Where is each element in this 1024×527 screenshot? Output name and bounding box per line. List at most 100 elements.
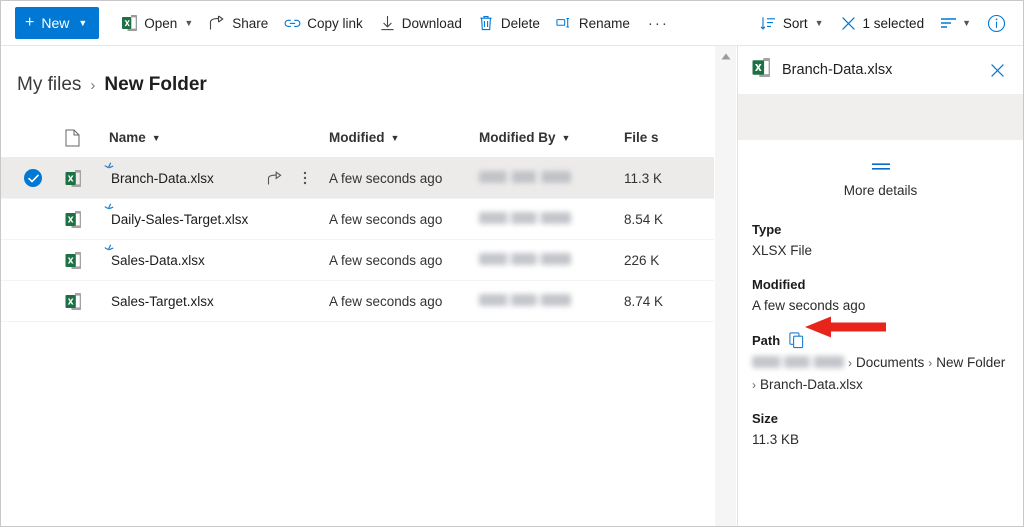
selected-count-label: 1 selected bbox=[862, 15, 925, 31]
rename-label: Rename bbox=[578, 15, 630, 31]
path-segment: Documents bbox=[856, 355, 925, 370]
column-header-file-size[interactable]: File s bbox=[624, 130, 714, 145]
file-size-cell: 8.54 K bbox=[624, 211, 664, 227]
share-icon bbox=[209, 15, 226, 32]
sort-label: Sort bbox=[782, 15, 808, 31]
chevron-down-icon: ▼ bbox=[184, 18, 194, 28]
rename-button[interactable]: Rename bbox=[548, 3, 638, 43]
chevron-down-icon: ▼ bbox=[390, 132, 400, 143]
details-pane-header: Branch-Data.xlsx bbox=[738, 46, 1023, 94]
redacted-user-name bbox=[752, 356, 844, 368]
detail-type: Type XLSX File bbox=[752, 222, 1023, 260]
detail-modified-value: A few seconds ago bbox=[752, 298, 866, 313]
trash-icon bbox=[478, 15, 495, 32]
modified-by-cell bbox=[479, 211, 624, 227]
toolbar-right-group: Sort ▼ 1 selected ▼ bbox=[752, 3, 1023, 43]
scroll-up-arrow-icon[interactable] bbox=[715, 46, 737, 66]
table-row[interactable]: Branch-Data.xlsx A few seconds ago 11.3 … bbox=[1, 158, 714, 199]
detail-path-label: Path bbox=[752, 333, 781, 348]
view-options-button[interactable]: ▼ bbox=[932, 3, 979, 43]
share-icon[interactable] bbox=[265, 168, 285, 188]
checkbox-checked-icon bbox=[24, 169, 42, 187]
view-options-icon bbox=[940, 15, 957, 32]
column-header-modified-by[interactable]: Modified By ▼ bbox=[479, 130, 624, 145]
file-list-region: My files › New Folder Name ▼ Modified ▼ … bbox=[1, 46, 714, 526]
file-name-cell[interactable]: Branch-Data.xlsx bbox=[104, 162, 329, 188]
breadcrumb-current-folder: New Folder bbox=[104, 74, 207, 95]
onedrive-file-browser: + New ▼ Open ▼ Share Copy link Download … bbox=[0, 0, 1024, 527]
path-separator-icon: › bbox=[752, 378, 756, 392]
new-file-badge-icon bbox=[103, 162, 115, 174]
chevron-down-icon: ▼ bbox=[561, 132, 571, 143]
modified-by-cell bbox=[479, 170, 624, 186]
file-size-cell: 11.3 K bbox=[624, 170, 663, 186]
file-preview-placeholder bbox=[738, 94, 1023, 140]
copy-link-label: Copy link bbox=[307, 15, 363, 31]
info-icon[interactable] bbox=[979, 6, 1013, 40]
new-button-label: New bbox=[41, 15, 70, 31]
file-name-cell[interactable]: Sales-Target.xlsx bbox=[105, 294, 329, 309]
share-button[interactable]: Share bbox=[201, 3, 276, 43]
more-commands-button[interactable]: ··· bbox=[638, 15, 679, 32]
open-button[interactable]: Open ▼ bbox=[113, 3, 201, 43]
column-header-file-size-label: File s bbox=[624, 130, 659, 145]
download-icon bbox=[379, 15, 396, 32]
path-segment: Branch-Data.xlsx bbox=[760, 377, 863, 392]
close-icon[interactable] bbox=[840, 15, 857, 32]
file-name-cell[interactable]: Sales-Data.xlsx bbox=[104, 244, 329, 268]
file-name-label: Sales-Target.xlsx bbox=[111, 293, 214, 309]
column-header-modified-label: Modified bbox=[329, 130, 385, 145]
toolbar-commands: Open ▼ Share Copy link Download Delete R… bbox=[113, 3, 679, 43]
chevron-down-icon: ▼ bbox=[151, 132, 161, 143]
row-actions bbox=[265, 168, 329, 188]
chevron-down-icon: ▼ bbox=[78, 17, 88, 28]
column-header-modified[interactable]: Modified ▼ bbox=[329, 130, 479, 145]
more-vertical-icon[interactable] bbox=[295, 168, 315, 188]
download-button[interactable]: Download bbox=[371, 3, 470, 43]
redacted-user-name bbox=[479, 293, 571, 306]
sort-button[interactable]: Sort ▼ bbox=[752, 3, 832, 43]
table-row[interactable]: Daily-Sales-Target.xlsx A few seconds ag… bbox=[1, 199, 714, 240]
new-button[interactable]: + New ▼ bbox=[15, 7, 100, 39]
sort-icon bbox=[760, 15, 777, 32]
table-row[interactable]: Sales-Data.xlsx A few seconds ago 226 K bbox=[1, 240, 714, 281]
delete-button[interactable]: Delete bbox=[470, 3, 548, 43]
download-label: Download bbox=[401, 15, 462, 31]
file-type-column-icon[interactable] bbox=[65, 129, 105, 147]
file-list-scrollbar[interactable] bbox=[714, 46, 737, 526]
column-header-name[interactable]: Name ▼ bbox=[105, 130, 329, 145]
details-pane: Branch-Data.xlsx More details Type XLSX … bbox=[737, 46, 1023, 526]
row-checkbox[interactable] bbox=[1, 169, 65, 187]
detail-size-label: Size bbox=[752, 411, 779, 426]
more-details-toggle[interactable]: More details bbox=[738, 140, 1023, 208]
modified-cell: A few seconds ago bbox=[329, 211, 443, 227]
breadcrumb: My files › New Folder bbox=[1, 46, 714, 96]
redacted-user-name bbox=[479, 170, 571, 183]
chevron-down-icon: ▼ bbox=[814, 18, 824, 28]
modified-by-cell bbox=[479, 252, 624, 268]
file-list-header: Name ▼ Modified ▼ Modified By ▼ File s bbox=[1, 118, 714, 158]
detail-type-value: XLSX File bbox=[752, 243, 813, 258]
excel-file-icon bbox=[65, 210, 105, 229]
plus-icon: + bbox=[25, 14, 35, 31]
new-file-badge-icon bbox=[103, 244, 115, 256]
copy-link-button[interactable]: Copy link bbox=[276, 3, 371, 43]
file-name-cell[interactable]: Daily-Sales-Target.xlsx bbox=[104, 203, 329, 227]
close-icon[interactable] bbox=[985, 58, 1009, 82]
redacted-user-name bbox=[479, 252, 571, 265]
path-copy-icon[interactable] bbox=[789, 332, 805, 349]
file-name-label: Sales-Data.xlsx bbox=[111, 252, 205, 268]
column-header-name-label: Name bbox=[109, 130, 146, 145]
detail-size-value: 11.3 KB bbox=[752, 432, 800, 447]
selection-status[interactable]: 1 selected bbox=[832, 3, 933, 43]
detail-modified: Modified A few seconds ago bbox=[752, 277, 1023, 315]
more-details-icon bbox=[870, 158, 892, 176]
breadcrumb-my-files[interactable]: My files bbox=[17, 74, 81, 96]
excel-file-icon bbox=[65, 169, 105, 188]
table-row[interactable]: Sales-Target.xlsx A few seconds ago 8.74… bbox=[1, 281, 714, 322]
modified-by-cell bbox=[479, 293, 624, 309]
breadcrumb-separator-icon: › bbox=[90, 76, 96, 94]
file-name-label: Daily-Sales-Target.xlsx bbox=[111, 211, 249, 227]
file-size-cell: 8.74 K bbox=[624, 293, 664, 309]
more-details-label: More details bbox=[843, 183, 918, 198]
